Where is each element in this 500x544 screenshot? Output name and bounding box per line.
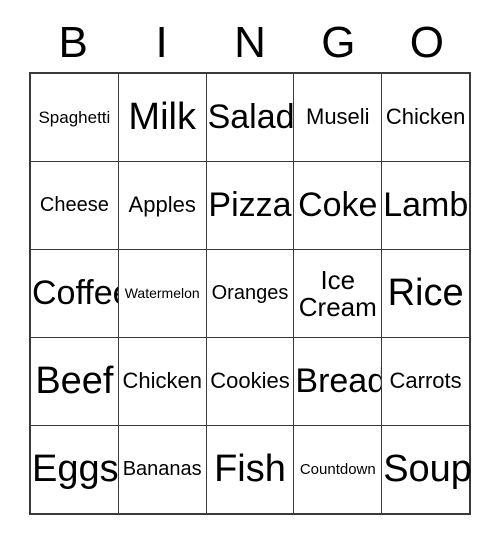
- bingo-cell-label: Ice Cream: [298, 264, 377, 322]
- bingo-cell-label: Salad: [207, 98, 295, 137]
- bingo-cell[interactable]: Beef: [31, 338, 118, 425]
- bingo-cell[interactable]: Bread: [293, 338, 387, 425]
- bingo-cell[interactable]: Apples: [117, 162, 206, 249]
- bingo-cell-label: Coke: [298, 186, 378, 225]
- bingo-cell[interactable]: Eggs: [31, 426, 119, 513]
- bingo-cell-label: Lamb: [383, 186, 469, 225]
- bingo-cell[interactable]: Coke: [293, 162, 382, 249]
- bingo-cell[interactable]: Spaghetti: [31, 74, 118, 161]
- bingo-cell[interactable]: Lamb: [381, 162, 469, 249]
- bingo-row: Coffee Watermelon Oranges Ice Cream Rice: [31, 249, 469, 337]
- bingo-cell-label: Bread: [295, 362, 387, 401]
- bingo-cell[interactable]: Chicken: [117, 338, 206, 425]
- bingo-cell-label: Spaghetti: [38, 107, 111, 127]
- bingo-cell-label: Rice: [387, 272, 464, 315]
- bingo-cell-label: Chicken: [385, 104, 466, 130]
- bingo-cell-label: Museli: [306, 104, 370, 130]
- bingo-cell-label: Beef: [35, 360, 114, 403]
- bingo-cell-label: Chicken: [122, 368, 202, 394]
- bingo-cell[interactable]: Countdown: [293, 426, 382, 513]
- bingo-cell-label: Pizza: [208, 186, 292, 225]
- bingo-header-letter-o: O: [409, 18, 444, 67]
- bingo-cell-label: Carrots: [389, 368, 462, 394]
- bingo-cell[interactable]: Cheese: [31, 162, 118, 249]
- bingo-cell-label: Fish: [214, 448, 286, 491]
- bingo-cell[interactable]: Chicken: [381, 74, 469, 161]
- bingo-header-letter-b: B: [58, 18, 88, 67]
- bingo-cell[interactable]: Milk: [117, 74, 206, 161]
- bingo-cell[interactable]: Cookies: [205, 338, 294, 425]
- bingo-cell[interactable]: Carrots: [381, 338, 469, 425]
- bingo-cell[interactable]: Bananas: [117, 426, 206, 513]
- bingo-cell-label: Coffee: [32, 274, 132, 313]
- bingo-cell-label: Countdown: [299, 460, 376, 478]
- bingo-header-letter-g: G: [321, 18, 356, 67]
- bingo-header: B I N G O: [29, 14, 471, 72]
- bingo-cell[interactable]: Museli: [293, 74, 382, 161]
- bingo-cell-label: Oranges: [211, 282, 289, 305]
- bingo-row: Cheese Apples Pizza Coke Lamb: [31, 161, 469, 249]
- bingo-cell-label: Watermelon: [124, 285, 200, 302]
- bingo-cell-label: Soup: [383, 448, 472, 491]
- bingo-cell[interactable]: Oranges: [205, 250, 294, 337]
- bingo-cell[interactable]: Ice Cream: [293, 250, 382, 337]
- bingo-row: Spaghetti Milk Salad Museli Chicken: [31, 74, 469, 161]
- bingo-cell-label: Bananas: [122, 458, 202, 481]
- bingo-cell[interactable]: Soup: [381, 426, 472, 513]
- bingo-cell[interactable]: Watermelon: [117, 250, 206, 337]
- bingo-row: Beef Chicken Cookies Bread Carrots: [31, 337, 469, 425]
- bingo-cell-label: Cheese: [39, 194, 109, 217]
- bingo-header-letter-n: N: [234, 18, 266, 67]
- bingo-cell-label: Milk: [128, 96, 196, 139]
- bingo-cell[interactable]: Rice: [381, 250, 469, 337]
- bingo-cell-label: Cookies: [210, 368, 290, 394]
- bingo-cell[interactable]: Coffee: [31, 250, 132, 337]
- bingo-cell-label: Apples: [128, 192, 196, 218]
- bingo-row: Eggs Bananas Fish Countdown Soup: [31, 425, 472, 513]
- bingo-cell[interactable]: Fish: [205, 426, 294, 513]
- bingo-header-letter-i: I: [155, 18, 168, 67]
- bingo-grid: Spaghetti Milk Salad Museli Chicken Chee…: [29, 72, 472, 515]
- bingo-cell-label: Eggs: [32, 448, 119, 491]
- bingo-cell[interactable]: Pizza: [205, 162, 294, 249]
- bingo-cell[interactable]: Salad: [205, 74, 295, 161]
